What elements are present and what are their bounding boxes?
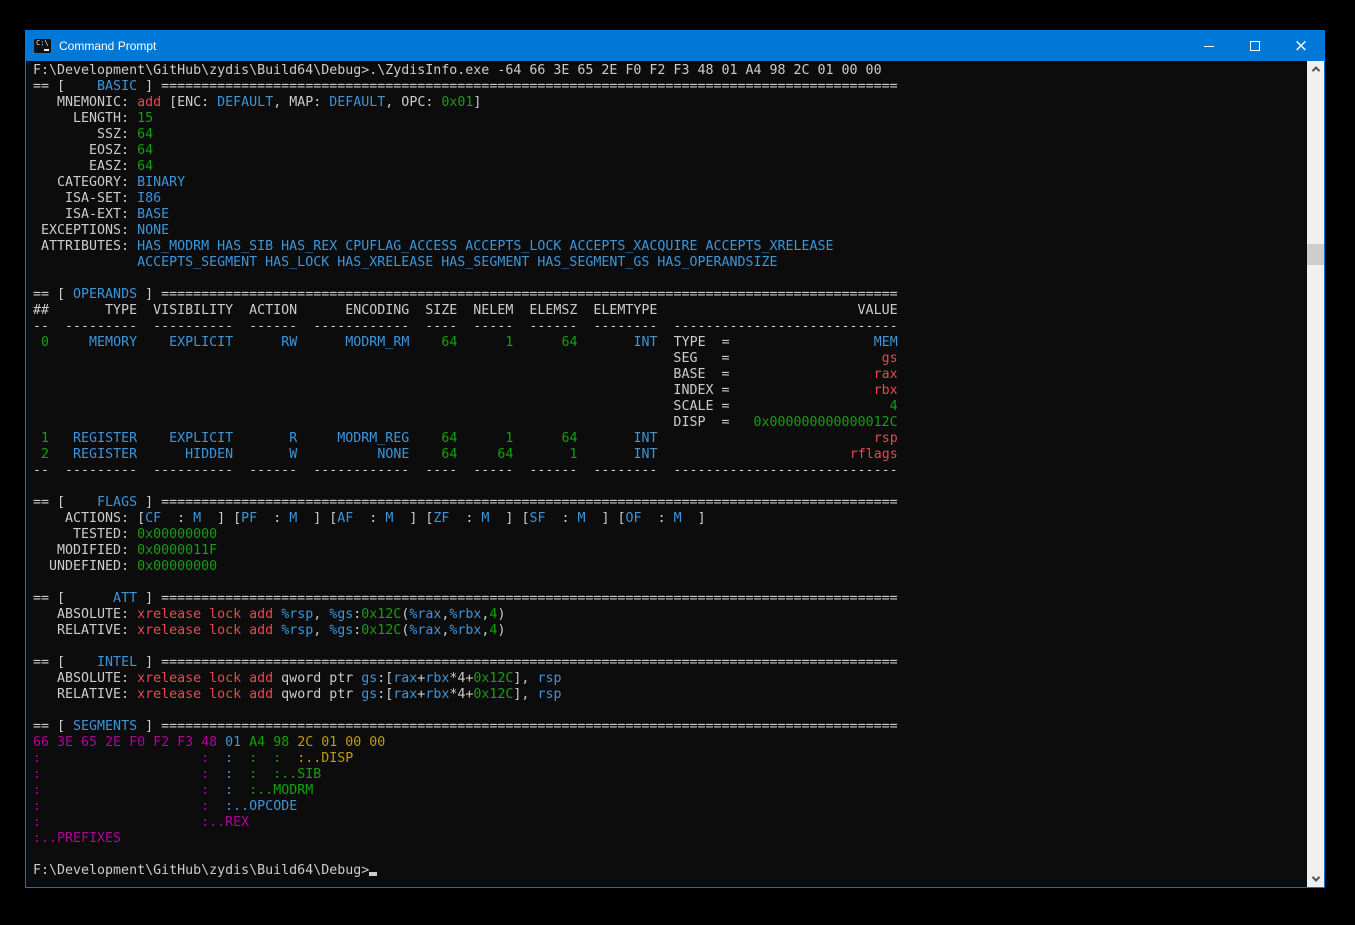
terminal-line: F:\Development\GitHub\zydis\Build64\Debu…	[33, 863, 898, 879]
scroll-down-button[interactable]	[1307, 871, 1324, 887]
terminal-line: ATTRIBUTES: HAS_MODRM HAS_SIB HAS_REX CP…	[33, 239, 898, 255]
terminal-line: == [ INTEL ] ===========================…	[33, 655, 898, 671]
terminal-line: MNEMONIC: add [ENC: DEFAULT, MAP: DEFAUL…	[33, 95, 898, 111]
terminal-line: : : : : : :..DISP	[33, 751, 898, 767]
terminal-line: 2 REGISTER HIDDEN W NONE 64 64 1 INT rfl…	[33, 447, 898, 463]
terminal-line: 1 REGISTER EXPLICIT R MODRM_REG 64 1 64 …	[33, 431, 898, 447]
scrollbar-thumb[interactable]	[1307, 244, 1324, 265]
maximize-icon	[1250, 41, 1260, 51]
terminal-line	[33, 575, 898, 591]
close-icon: ×	[1294, 38, 1308, 55]
terminal-line: TESTED: 0x00000000	[33, 527, 898, 543]
scroll-up-button[interactable]	[1307, 61, 1324, 77]
console-output: F:\Development\GitHub\zydis\Build64\Debu…	[33, 63, 898, 879]
console-area[interactable]: F:\Development\GitHub\zydis\Build64\Debu…	[26, 61, 1324, 887]
terminal-line: == [ SEGMENTS ] ========================…	[33, 719, 898, 735]
terminal-line: CATEGORY: BINARY	[33, 175, 898, 191]
text-cursor	[369, 872, 377, 876]
maximize-button[interactable]	[1232, 31, 1278, 61]
terminal-line: SSZ: 64	[33, 127, 898, 143]
terminal-line: == [ FLAGS ] ===========================…	[33, 495, 898, 511]
cmd-icon-cursor	[44, 49, 49, 51]
terminal-line: EXCEPTIONS: NONE	[33, 223, 898, 239]
terminal-line: == [ OPERANDS ] ========================…	[33, 287, 898, 303]
terminal-line	[33, 639, 898, 655]
terminal-line	[33, 847, 898, 863]
terminal-line: RELATIVE: xrelease lock add %rsp, %gs:0x…	[33, 623, 898, 639]
terminal-line: ABSOLUTE: xrelease lock add %rsp, %gs:0x…	[33, 607, 898, 623]
title-bar[interactable]: C:\ Command Prompt ×	[26, 31, 1324, 61]
minimize-button[interactable]	[1186, 31, 1232, 61]
terminal-line: == [ BASIC ] ===========================…	[33, 79, 898, 95]
terminal-line: 66 3E 65 2E F0 F2 F3 48 01 A4 98 2C 01 0…	[33, 735, 898, 751]
terminal-line: MODIFIED: 0x0000011F	[33, 543, 898, 559]
terminal-line: : :..REX	[33, 815, 898, 831]
terminal-line: == [ ATT ] =============================…	[33, 591, 898, 607]
terminal-line: ACCEPTS_SEGMENT HAS_LOCK HAS_XRELEASE HA…	[33, 255, 898, 271]
terminal-line: UNDEFINED: 0x00000000	[33, 559, 898, 575]
minimize-icon	[1204, 46, 1214, 47]
terminal-line: :..PREFIXES	[33, 831, 898, 847]
command-prompt-window: C:\ Command Prompt × F:\Development\GitH…	[25, 30, 1325, 888]
terminal-line: SCALE = 4	[33, 399, 898, 415]
terminal-line: ISA-EXT: BASE	[33, 207, 898, 223]
close-button[interactable]: ×	[1278, 31, 1324, 61]
terminal-line: EOSZ: 64	[33, 143, 898, 159]
terminal-line: LENGTH: 15	[33, 111, 898, 127]
chevron-down-icon	[1311, 873, 1319, 881]
terminal-line	[33, 271, 898, 287]
terminal-line: ABSOLUTE: xrelease lock add qword ptr gs…	[33, 671, 898, 687]
terminal-line: EASZ: 64	[33, 159, 898, 175]
terminal-line	[33, 479, 898, 495]
terminal-line: -- --------- ---------- ------ ---------…	[33, 463, 898, 479]
terminal-line: : : : :..MODRM	[33, 783, 898, 799]
cmd-icon-text: C:\	[36, 40, 49, 47]
cmd-icon: C:\	[34, 39, 51, 53]
terminal-line: ISA-SET: I86	[33, 191, 898, 207]
terminal-line: 0 MEMORY EXPLICIT RW MODRM_RM 64 1 64 IN…	[33, 335, 898, 351]
chevron-up-icon	[1311, 66, 1319, 74]
terminal-line: INDEX = rbx	[33, 383, 898, 399]
terminal-line: RELATIVE: xrelease lock add qword ptr gs…	[33, 687, 898, 703]
terminal-line: DISP = 0x000000000000012C	[33, 415, 898, 431]
terminal-line: SEG = gs	[33, 351, 898, 367]
window-title: Command Prompt	[59, 39, 156, 53]
terminal-line: -- --------- ---------- ------ ---------…	[33, 319, 898, 335]
terminal-line: ACTIONS: [CF : M ] [PF : M ] [AF : M ] […	[33, 511, 898, 527]
terminal-line: : : : : :..SIB	[33, 767, 898, 783]
terminal-line: F:\Development\GitHub\zydis\Build64\Debu…	[33, 63, 898, 79]
terminal-line: : : :..OPCODE	[33, 799, 898, 815]
terminal-line: ## TYPE VISIBILITY ACTION ENCODING SIZE …	[33, 303, 898, 319]
window-controls: ×	[1186, 31, 1324, 61]
terminal-line	[33, 703, 898, 719]
scrollbar[interactable]	[1307, 61, 1324, 887]
terminal-line: BASE = rax	[33, 367, 898, 383]
